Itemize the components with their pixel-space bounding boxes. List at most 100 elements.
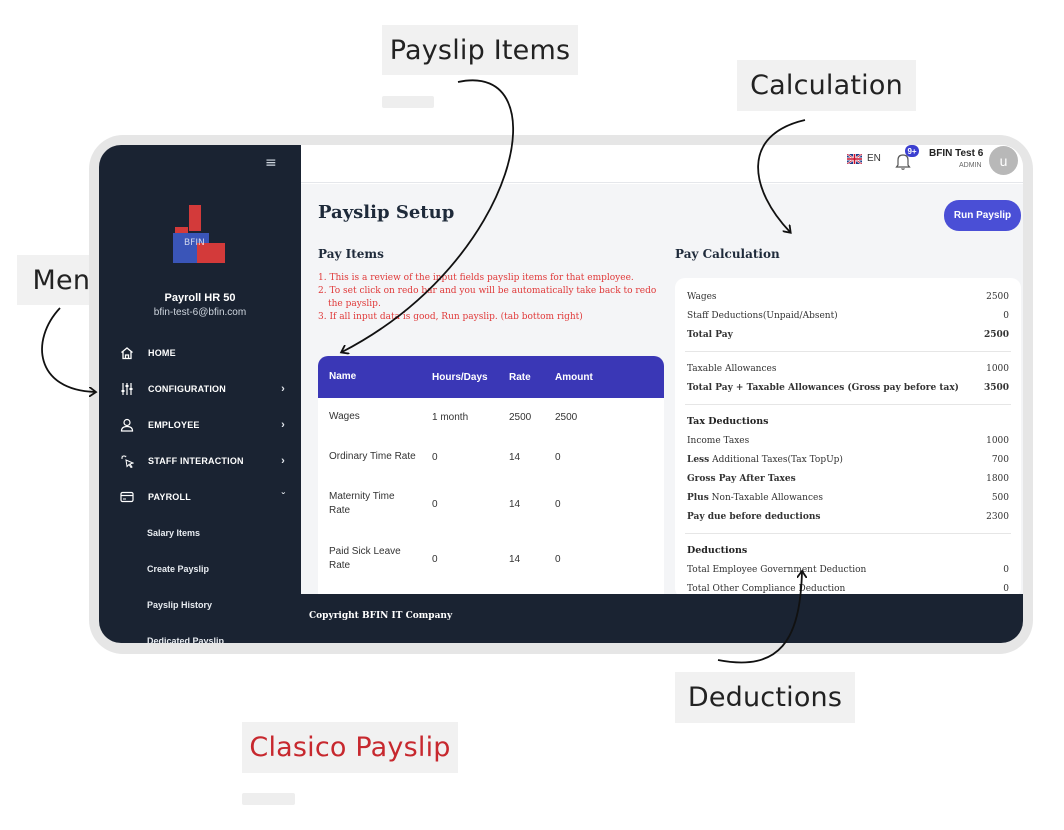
arrow-menu <box>41 307 95 392</box>
sidebar-item-employee[interactable]: EMPLOYEE › <box>99 407 301 443</box>
cell-hours: 0 <box>432 553 438 565</box>
calc-label: Gross Pay After Taxes <box>687 473 796 484</box>
calc-value: 0 <box>1003 310 1009 321</box>
table-row[interactable]: Paid Sick Leave Rate 0 14 0 <box>318 530 664 588</box>
main-content: Payslip Setup Run Payslip Pay Items 1. T… <box>301 184 1023 598</box>
pay-calculation-card: Wages 2500 Staff Deductions(Unpaid/Absen… <box>675 278 1021 598</box>
topbar: EN 9+ BFIN Test 6 ADMIN u <box>301 145 1023 183</box>
sidebar-subitem-payslip-history[interactable]: Payslip History <box>99 587 301 623</box>
run-payslip-button[interactable]: Run Payslip <box>944 200 1021 231</box>
calc-value: 2500 <box>986 291 1009 302</box>
cell-rate: 14 <box>509 553 521 565</box>
copyright-text: Copyright BFIN IT Company <box>309 611 453 621</box>
column-header-hours: Hours/Days <box>432 371 488 383</box>
table-header: Name Hours/Days Rate Amount <box>318 356 664 398</box>
sidebar-subitem-salary-items[interactable]: Salary Items <box>99 515 301 551</box>
calc-value: 1000 <box>986 435 1009 446</box>
column-header-rate: Rate <box>509 371 531 383</box>
divider <box>685 351 1011 352</box>
cell-amount: 0 <box>555 553 561 565</box>
column-header-name: Name <box>329 371 357 382</box>
calc-row-staff-deductions: Staff Deductions(Unpaid/Absent) 0 <box>687 306 1009 325</box>
calc-label: Total Pay <box>687 329 733 340</box>
avatar[interactable]: u <box>989 146 1018 175</box>
cell-rate: 14 <box>509 498 521 510</box>
payslip-items-callout: Payslip Items <box>382 25 578 75</box>
cell-hours: 0 <box>432 451 438 463</box>
sidebar-item-label: HOME <box>148 348 176 358</box>
less-word: Less <box>687 454 710 465</box>
calc-value: 2300 <box>986 511 1009 522</box>
company-name: Payroll HR 50 <box>164 292 236 304</box>
sidebar: ≡ BFIN Payroll HR 50 bfin-test-6@bfin.co… <box>99 145 301 643</box>
cell-rate: 14 <box>509 451 521 463</box>
cell-amount: 0 <box>555 498 561 510</box>
sidebar-item-label: STAFF INTERACTION <box>148 456 244 466</box>
calc-label: Taxable Allowances <box>687 363 777 374</box>
hamburger-menu-icon[interactable]: ≡ <box>265 155 277 171</box>
calc-value: 0 <box>1003 564 1009 575</box>
language-label: EN <box>867 153 881 164</box>
language-selector[interactable]: EN <box>847 153 881 164</box>
cell-amount: 0 <box>555 451 561 463</box>
calc-row-total-pay: Total Pay 2500 <box>687 325 1009 344</box>
instruction-line: 2. To set click on redo bar and you will… <box>318 286 657 309</box>
additional-tax-label: Additional Taxes(Tax TopUp) <box>712 454 843 465</box>
sidebar-item-label: CONFIGURATION <box>148 384 226 394</box>
app-screen: ≡ BFIN Payroll HR 50 bfin-test-6@bfin.co… <box>99 145 1023 643</box>
sliders-icon <box>119 381 135 397</box>
pay-items-title: Pay Items <box>318 247 384 261</box>
plus-word: Plus <box>687 492 709 503</box>
calculation-callout: Calculation <box>737 60 916 111</box>
calc-value: 700 <box>991 454 1009 465</box>
sidebar-item-staff-interaction[interactable]: STAFF INTERACTION › <box>99 443 301 479</box>
calc-label: Income Taxes <box>687 435 750 446</box>
chevron-down-icon: ˇ <box>281 491 285 503</box>
deductions-callout: Deductions <box>675 672 855 723</box>
cell-name: Wages <box>329 411 360 422</box>
calc-group-tax: Tax Deductions Income Taxes 1000 Less Ad… <box>675 412 1021 526</box>
footer: Copyright BFIN IT Company <box>301 594 1023 643</box>
table-row[interactable]: Maternity Time Rate 0 14 0 <box>318 478 664 530</box>
home-icon <box>119 345 135 361</box>
divider <box>685 404 1011 405</box>
sidebar-menu: HOME CONFIGURATION › EMPLOYEE › STAFF IN… <box>99 335 301 643</box>
calc-group-pay: Wages 2500 Staff Deductions(Unpaid/Absen… <box>675 278 1021 344</box>
sidebar-item-label: PAYROLL <box>148 492 191 502</box>
user-role: ADMIN <box>959 162 982 169</box>
pay-items-table: Name Hours/Days Rate Amount Wages 1 mont… <box>318 356 664 596</box>
svg-text:BFIN: BFIN <box>184 238 205 248</box>
company-email: bfin-test-6@bfin.com <box>153 307 247 318</box>
chevron-right-icon: › <box>281 383 285 395</box>
instruction-line: 3. If all input data is good, Run paysli… <box>318 312 583 322</box>
clasico-payslip-title: Clasico Payslip <box>242 722 458 773</box>
sidebar-subitem-create-payslip[interactable]: Create Payslip <box>99 551 301 587</box>
page-title: Payslip Setup <box>318 202 455 223</box>
calc-value: 1800 <box>986 473 1009 484</box>
cell-name: Ordinary Time Rate <box>329 451 416 462</box>
calc-label: Staff Deductions(Unpaid/Absent) <box>687 310 838 321</box>
tax-deductions-heading: Tax Deductions <box>687 416 769 427</box>
calc-value: 3500 <box>983 382 1009 393</box>
chevron-right-icon: › <box>281 455 285 467</box>
table-row[interactable]: Wages 1 month 2500 2500 <box>318 398 664 436</box>
cell-name: Maternity Time Rate <box>329 491 395 516</box>
sidebar-item-payroll[interactable]: PAYROLL ˇ <box>99 479 301 515</box>
callout-stub <box>382 96 434 108</box>
instruction-line: 1. This is a review of the input fields … <box>318 273 634 283</box>
calc-label: Total Pay + Taxable Allowances (Gross pa… <box>687 382 959 393</box>
sidebar-item-home[interactable]: HOME <box>99 335 301 371</box>
calc-row-non-taxable: Plus Non-Taxable Allowances 500 <box>687 488 1009 507</box>
calc-label: Wages <box>687 291 717 302</box>
calc-row-taxable-allowances: Taxable Allowances 1000 <box>687 359 1009 378</box>
pay-calculation-title: Pay Calculation <box>675 247 780 261</box>
calc-row-additional-taxes: Less Additional Taxes(Tax TopUp) 700 <box>687 450 1009 469</box>
calc-value: 2500 <box>983 329 1009 340</box>
cell-hours: 0 <box>432 498 438 510</box>
notification-count-badge: 9+ <box>905 145 919 157</box>
sidebar-subitem-dedicated-payslip[interactable]: Dedicated Payslip <box>99 623 301 643</box>
cell-name: Paid Sick Leave Rate <box>329 546 401 571</box>
sidebar-item-configuration[interactable]: CONFIGURATION › <box>99 371 301 407</box>
table-row[interactable]: Ordinary Time Rate 0 14 0 <box>318 436 664 478</box>
chevron-right-icon: › <box>281 419 285 431</box>
